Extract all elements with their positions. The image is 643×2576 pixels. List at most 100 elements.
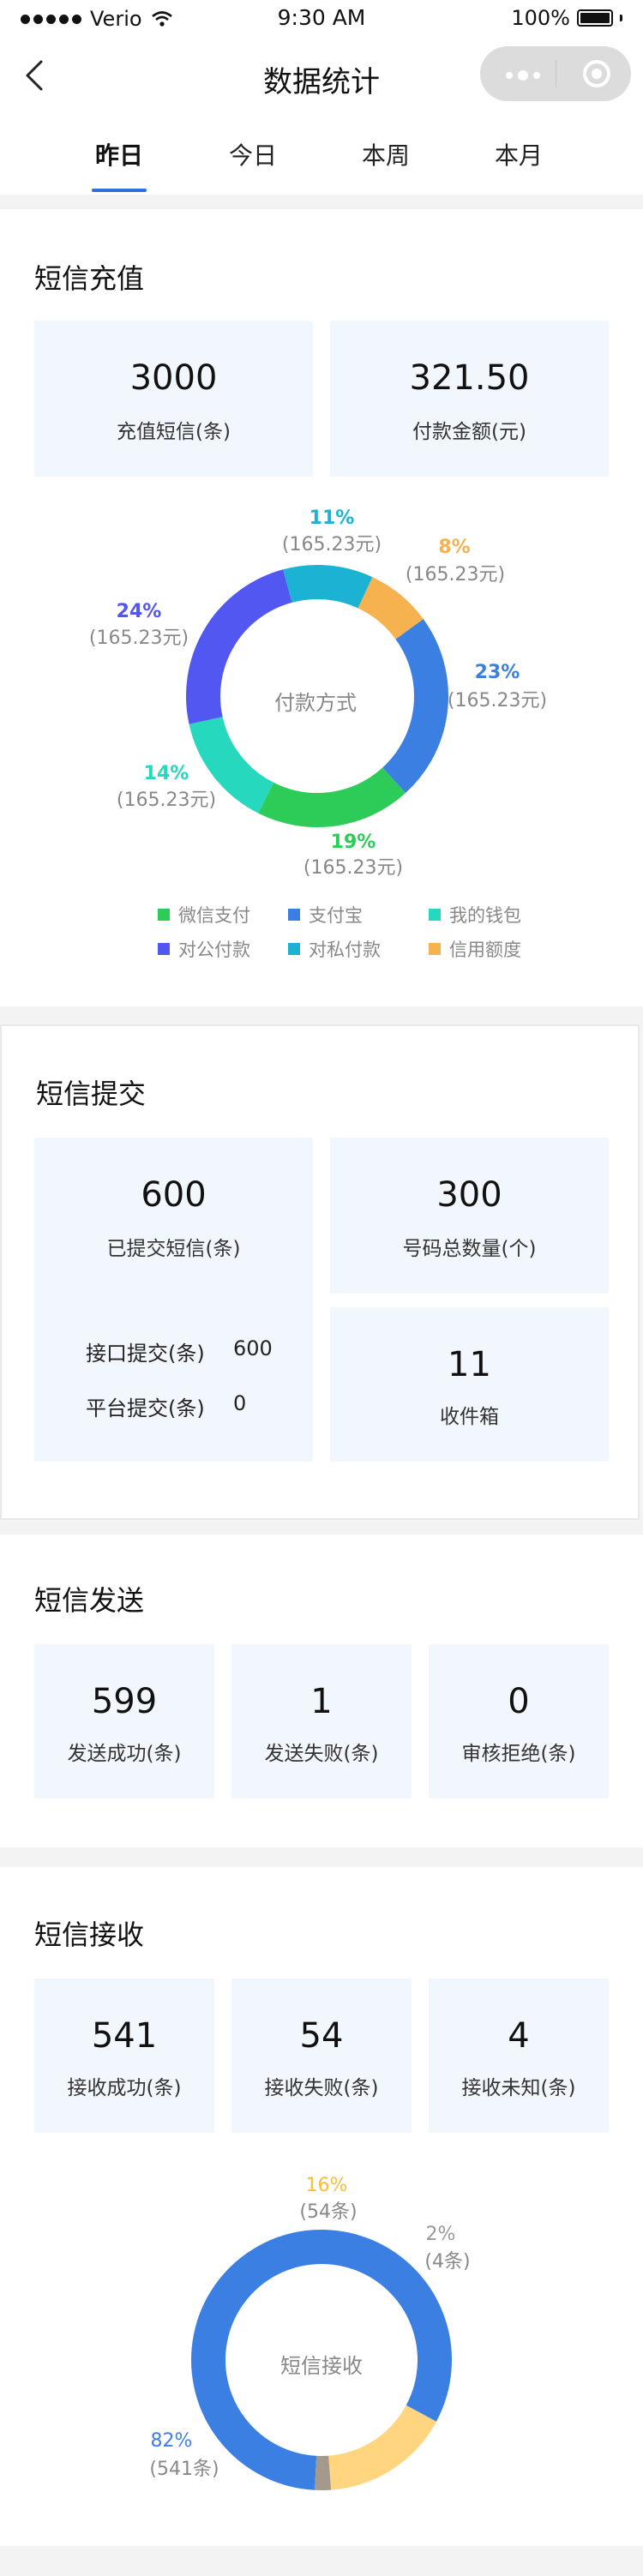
recharge-title: 短信充值 [34, 262, 145, 295]
legend-label: 对私付款 [309, 940, 381, 960]
legend-swatch [158, 943, 170, 955]
inbox-value: 11 [448, 1345, 491, 1384]
legend-label: 我的钱包 [449, 905, 521, 926]
legend-label: 支付宝 [309, 905, 363, 926]
pct-label-wechat: 19% [330, 832, 376, 853]
receive-unknown-value: 4 [508, 2016, 530, 2056]
legend-label: 微信支付 [178, 905, 250, 926]
send-success-value: 599 [91, 1682, 158, 1721]
battery-percent: 100% [511, 6, 570, 30]
submitted-value: 600 [141, 1175, 207, 1215]
legend-item-credit: 信用额度 [429, 936, 521, 962]
payment-amount-value: 321.50 [409, 358, 530, 398]
legend-label: 信用额度 [449, 940, 521, 960]
receive-unknown-card: 4 接收未知(条) [429, 1979, 609, 2133]
period-tabs: 昨日 今日 本周 本月 [0, 113, 643, 195]
send-title: 短信发送 [34, 1584, 145, 1617]
submitted-card: 600 已提交短信(条) 接口提交(条) 600 平台提交(条) 0 [34, 1138, 313, 1462]
amount-label-alipay: (165.23元) [447, 690, 548, 712]
send-success-card: 599 发送成功(条) [34, 1644, 214, 1798]
receive-section: 短信接收 541 接收成功(条) 54 接收失败(条) 4 接收未知(条) 短信… [0, 1867, 643, 2546]
receive-failed-card: 54 接收失败(条) [231, 1979, 412, 2133]
recharge-sms-card: 3000 充值短信(条) [34, 321, 313, 477]
review-rejected-card: 0 审核拒绝(条) [429, 1644, 609, 1798]
pct-label-failed: 16% [305, 2175, 348, 2196]
inbox-label: 收件箱 [440, 1406, 499, 1428]
receive-title: 短信接收 [34, 1918, 145, 1951]
tab-today[interactable]: 今日 [186, 137, 320, 171]
legend-item-alipay: 支付宝 [288, 902, 363, 928]
send-failed-value: 1 [310, 1682, 333, 1721]
receive-success-card: 541 接收成功(条) [34, 1979, 214, 2133]
legend-swatch [429, 943, 441, 955]
receive-failed-value: 54 [299, 2016, 344, 2056]
pct-label-corporate: 24% [116, 601, 162, 622]
send-failed-card: 1 发送失败(条) [231, 1644, 412, 1798]
amount-label-credit: (165.23元) [405, 564, 506, 585]
slice-failed [328, 2405, 436, 2490]
more-menu-icon[interactable] [506, 70, 540, 81]
status-bar: Verio 9:30 AM 100% [0, 0, 643, 38]
send-section: 短信发送 599 发送成功(条) 1 发送失败(条) 0 审核拒绝(条) [0, 1534, 643, 1847]
slice-credit [358, 577, 424, 640]
legend-label: 对公付款 [178, 940, 250, 960]
number-count-label: 号码总数量(个) [402, 1238, 537, 1260]
api-submit-value: 600 [233, 1336, 273, 1360]
amount-label-private: (165.23元) [281, 534, 382, 555]
pct-label-received: 82% [150, 2430, 193, 2452]
platform-submit-label: 平台提交(条) [86, 1396, 205, 1420]
close-mini-program-icon[interactable] [583, 60, 610, 87]
pct-label-wallet: 14% [143, 763, 189, 784]
amount-label-failed: (54条) [299, 2201, 358, 2223]
receive-success-value: 541 [91, 2016, 158, 2056]
recharge-section: 短信充值 3000 充值短信(条) 321.50 付款金额(元) 付款方式 23… [0, 209, 643, 1006]
status-right: 100% [511, 6, 622, 30]
recharge-sms-value: 3000 [129, 358, 218, 398]
amount-label-unknown: (4条) [424, 2251, 471, 2273]
receive-success-label: 接收成功(条) [67, 2077, 182, 2099]
platform-submit-value: 0 [233, 1391, 247, 1415]
submit-title: 短信提交 [36, 1078, 147, 1110]
legend-swatch [288, 909, 300, 921]
submitted-label: 已提交短信(条) [106, 1238, 241, 1260]
review-rejected-label: 审核拒绝(条) [461, 1743, 576, 1765]
payment-amount-label: 付款金额(元) [412, 421, 526, 443]
battery-tip [620, 15, 622, 21]
amount-label-corporate: (165.23元) [88, 627, 189, 649]
legend-item-wechat: 微信支付 [158, 902, 250, 928]
slice-wechat [258, 767, 406, 827]
send-failed-label: 发送失败(条) [264, 1743, 379, 1765]
receive-unknown-label: 接收未知(条) [461, 2077, 576, 2099]
recharge-sms-label: 充值短信(条) [117, 421, 231, 443]
pct-label-private: 11% [309, 507, 355, 529]
number-count-card: 300 号码总数量(个) [330, 1138, 609, 1294]
send-success-label: 发送成功(条) [67, 1743, 182, 1765]
legend-swatch [429, 909, 441, 921]
tab-this-week[interactable]: 本周 [319, 137, 453, 171]
active-tab-indicator [92, 189, 147, 192]
legend-swatch [288, 943, 300, 955]
legend-item-private: 对私付款 [288, 936, 381, 962]
legend-item-corporate: 对公付款 [158, 936, 250, 962]
api-submit-label: 接口提交(条) [86, 1342, 205, 1366]
pct-label-unknown: 2% [425, 2224, 456, 2245]
receive-failed-label: 接收失败(条) [264, 2077, 379, 2099]
amount-label-wechat: (165.23元) [303, 857, 404, 879]
number-count-value: 300 [436, 1175, 502, 1215]
tab-yesterday[interactable]: 昨日 [52, 137, 186, 171]
amount-label-wallet: (165.23元) [116, 790, 217, 811]
review-rejected-value: 0 [508, 1682, 530, 1721]
battery-icon [577, 9, 613, 27]
inbox-card[interactable]: 11 收件箱 [330, 1307, 609, 1462]
nav-bar: 数据统计 [0, 38, 643, 113]
slice-private [283, 565, 373, 609]
legend-swatch [158, 909, 170, 921]
payment-amount-card: 321.50 付款金额(元) [330, 321, 609, 477]
legend-item-wallet: 我的钱包 [429, 902, 521, 928]
amount-label-received: (541条) [149, 2459, 219, 2480]
tab-this-month[interactable]: 本月 [452, 137, 586, 171]
pct-label-credit: 8% [438, 537, 471, 558]
donut-center-label: 付款方式 [274, 691, 357, 715]
submit-section: 短信提交 600 已提交短信(条) 接口提交(条) 600 平台提交(条) 0 … [0, 1024, 640, 1520]
pct-label-alipay: 23% [474, 662, 520, 683]
